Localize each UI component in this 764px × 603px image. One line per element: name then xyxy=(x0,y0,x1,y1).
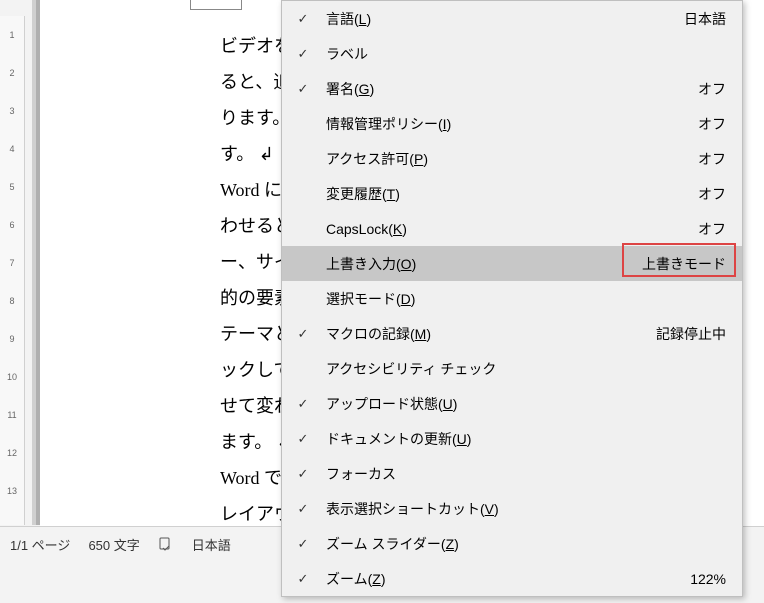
menu-item-status: オフ xyxy=(698,219,726,239)
check-icon xyxy=(296,222,310,236)
check-icon: ✓ xyxy=(296,467,310,481)
ruler-tick: 7 xyxy=(0,244,24,282)
check-icon: ✓ xyxy=(296,537,310,551)
tab-stop-marker xyxy=(190,0,242,10)
check-icon xyxy=(296,187,310,201)
menu-item-label: アクセシビリティ チェック xyxy=(326,359,726,379)
menu-item[interactable]: 情報管理ポリシー(I)オフ xyxy=(282,106,742,141)
check-icon xyxy=(296,362,310,376)
menu-item-label: ドキュメントの更新(U) xyxy=(326,429,726,449)
status-page[interactable]: 1/1 ページ xyxy=(10,535,70,554)
check-icon: ✓ xyxy=(296,572,310,586)
menu-item[interactable]: ✓ フォーカス xyxy=(282,456,742,491)
menu-item-label: 選択モード(D) xyxy=(326,289,726,309)
status-word-count[interactable]: 650 文字 xyxy=(88,535,139,554)
menu-item-status: オフ xyxy=(698,184,726,204)
ruler-tick: 6 xyxy=(0,206,24,244)
menu-item-label: CapsLock(K) xyxy=(326,221,698,237)
ruler-tick: 1 xyxy=(0,16,24,54)
menu-item-label: 変更履歴(T) xyxy=(326,184,698,204)
menu-item[interactable]: ✓ ドキュメントの更新(U) xyxy=(282,421,742,456)
ruler-tick: 2 xyxy=(0,54,24,92)
check-icon: ✓ xyxy=(296,82,310,96)
menu-item-label: ズーム スライダー(Z) xyxy=(326,534,726,554)
ruler-tick: 12 xyxy=(0,434,24,472)
menu-item-status: 記録停止中 xyxy=(656,324,726,344)
ruler-tick: 4 xyxy=(0,130,24,168)
ruler-tick: 8 xyxy=(0,282,24,320)
menu-item[interactable]: ✓ 表示選択ショートカット(V) xyxy=(282,491,742,526)
menu-item[interactable]: ✓ ズーム スライダー(Z) xyxy=(282,526,742,561)
menu-item[interactable]: アクセシビリティ チェック xyxy=(282,351,742,386)
menu-item-label: ラベル xyxy=(326,44,726,64)
menu-item-status: オフ xyxy=(698,114,726,134)
check-icon xyxy=(296,257,310,271)
ruler-tick: 5 xyxy=(0,168,24,206)
menu-item-label: フォーカス xyxy=(326,464,726,484)
menu-item-label: 言語(L) xyxy=(326,9,684,29)
menu-item-status: オフ xyxy=(698,149,726,169)
menu-item-label: ズーム(Z) xyxy=(326,569,690,589)
menu-item-label: アップロード状態(U) xyxy=(326,394,726,414)
menu-item-label: 表示選択ショートカット(V) xyxy=(326,499,726,519)
menu-item-status: 上書きモード xyxy=(642,254,726,274)
spellcheck-icon[interactable] xyxy=(158,536,174,552)
ruler-tick: 3 xyxy=(0,92,24,130)
menu-item-label: 情報管理ポリシー(I) xyxy=(326,114,698,134)
check-icon xyxy=(296,117,310,131)
check-icon: ✓ xyxy=(296,502,310,516)
menu-item[interactable]: ✓ ズーム(Z)122% xyxy=(282,561,742,596)
menu-item-label: 上書き入力(O) xyxy=(326,254,642,274)
ruler-tick: 11 xyxy=(0,396,24,434)
check-icon xyxy=(296,292,310,306)
menu-item-status: 122% xyxy=(690,571,726,587)
status-language[interactable]: 日本語 xyxy=(192,535,231,554)
menu-item[interactable]: 上書き入力(O)上書きモード xyxy=(282,246,742,281)
menu-item-label: 署名(G) xyxy=(326,79,698,99)
menu-item[interactable]: CapsLock(K)オフ xyxy=(282,211,742,246)
menu-item[interactable]: ✓ アップロード状態(U) xyxy=(282,386,742,421)
menu-item[interactable]: ✓ 署名(G)オフ xyxy=(282,71,742,106)
vertical-ruler: 12345678910111213 xyxy=(0,16,25,525)
check-icon: ✓ xyxy=(296,327,310,341)
statusbar-context-menu[interactable]: ✓言語(L)日本語✓ラベル✓署名(G)オフ情報管理ポリシー(I)オフアクセス許可… xyxy=(281,0,743,597)
ruler-tick: 10 xyxy=(0,358,24,396)
menu-item-status: オフ xyxy=(698,79,726,99)
menu-item[interactable]: ✓ 言語(L)日本語 xyxy=(282,1,742,36)
menu-item[interactable]: 選択モード(D) xyxy=(282,281,742,316)
check-icon: ✓ xyxy=(296,47,310,61)
menu-item[interactable]: ✓ マクロの記録(M)記録停止中 xyxy=(282,316,742,351)
check-icon: ✓ xyxy=(296,12,310,26)
menu-item[interactable]: アクセス許可(P)オフ xyxy=(282,141,742,176)
menu-item[interactable]: ✓ ラベル xyxy=(282,36,742,71)
ruler-tick: 13 xyxy=(0,472,24,510)
menu-item-label: マクロの記録(M) xyxy=(326,324,656,344)
menu-item-label: アクセス許可(P) xyxy=(326,149,698,169)
check-icon: ✓ xyxy=(296,432,310,446)
menu-item-status: 日本語 xyxy=(684,9,726,29)
check-icon: ✓ xyxy=(296,397,310,411)
ruler-tick: 9 xyxy=(0,320,24,358)
menu-item[interactable]: 変更履歴(T)オフ xyxy=(282,176,742,211)
check-icon xyxy=(296,152,310,166)
